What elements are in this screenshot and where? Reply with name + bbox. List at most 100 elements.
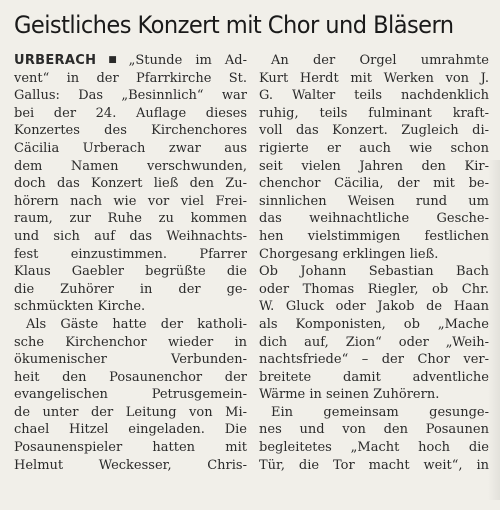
text-line: chenchor Cäcilia, der mit be- bbox=[259, 175, 489, 193]
text-line-content: sinnlichen Weisen rund um bbox=[259, 193, 489, 209]
text-line-content: Konzertes des Kirchenchores bbox=[14, 123, 247, 139]
text-line: hörern nach wie vor viel Frei- bbox=[14, 193, 247, 211]
text-line: W. Gluck oder Jakob de Haan bbox=[259, 298, 489, 316]
text-line: dich auf, Zion“ oder „Weih- bbox=[259, 334, 489, 352]
text-line: Kurt Herdt mit Werken von J. bbox=[259, 70, 489, 88]
text-line-content: Chorgesang erklingen ließ. bbox=[259, 246, 439, 262]
text-line-content: die Zuhörer in der ge- bbox=[14, 281, 247, 297]
text-line: sinnlichen Weisen rund um bbox=[259, 193, 489, 211]
text-line: bei der 24. Auflage dieses bbox=[14, 105, 247, 123]
text-line: begleitetes „Macht hoch die bbox=[259, 439, 489, 457]
text-line-content: oder Thomas Riegler, ob Chr. bbox=[259, 281, 489, 297]
text-line: Posaunenspieler hatten mit bbox=[14, 439, 247, 457]
text-line-content: breitete damit adventliche bbox=[259, 369, 489, 385]
text-line: de unter der Leitung von Mi- bbox=[14, 404, 247, 422]
text-line: ruhig, teils fulminant kraft- bbox=[259, 105, 489, 123]
text-line-content: Cäcilia Urberach zwar aus bbox=[14, 140, 247, 156]
text-line: schmückten Kirche. bbox=[14, 298, 247, 316]
text-line-content: Tür, die Tor macht weit“, in bbox=[259, 457, 489, 473]
text-line-content: chenchor Cäcilia, der mit be- bbox=[259, 176, 489, 192]
text-line-content: Kurt Herdt mit Werken von J. bbox=[259, 70, 489, 86]
text-line-content: hen vielstimmigen festlichen bbox=[259, 228, 489, 244]
text-line-content: dem Namen verschwunden, bbox=[14, 158, 247, 174]
text-line: evangelischen Petrusgemein- bbox=[14, 386, 247, 404]
text-line: heit den Posaunenchor der bbox=[14, 369, 247, 387]
article-headline: Geistliches Konzert mit Chor und Bläsern bbox=[14, 11, 454, 39]
text-line-content: sche Kirchenchor wieder in bbox=[14, 334, 247, 350]
text-line: URBERACH ■ „Stunde im Ad- bbox=[14, 52, 247, 70]
article-column-1: URBERACH ■ „Stunde im Ad-vent“ in der Pfar… bbox=[14, 52, 247, 474]
text-line-content: und sich auf das Weihnachts- bbox=[14, 228, 247, 244]
text-line: die Zuhörer in der ge- bbox=[14, 281, 247, 299]
text-line-content: rigierte er auch wie schon bbox=[259, 140, 489, 156]
text-line: vent“ in der Pfarrkirche St. bbox=[14, 70, 247, 88]
text-line-content: Posaunenspieler hatten mit bbox=[14, 440, 247, 456]
text-line: doch das Konzert ließ den Zu- bbox=[14, 175, 247, 193]
text-line-content: vent“ in der Pfarrkirche St. bbox=[14, 70, 247, 86]
text-line-content: W. Gluck oder Jakob de Haan bbox=[259, 299, 489, 315]
text-line-content: begleitetes „Macht hoch die bbox=[259, 440, 489, 456]
text-line: voll das Konzert. Zugleich di- bbox=[259, 122, 489, 140]
text-line-content: doch das Konzert ließ den Zu- bbox=[14, 176, 247, 192]
text-line: nes und von den Posaunen bbox=[259, 421, 489, 439]
text-line-content: An der Orgel umrahmte bbox=[271, 53, 489, 68]
text-line-content: Ob Johann Sebastian Bach bbox=[259, 264, 489, 280]
text-line: raum, zur Ruhe zu kommen bbox=[14, 210, 247, 228]
text-line: Chorgesang erklingen ließ. bbox=[259, 246, 489, 264]
text-line-content: dich auf, Zion“ oder „Weih- bbox=[259, 334, 489, 350]
text-line-content: heit den Posaunenchor der bbox=[14, 369, 247, 385]
text-line: Konzertes des Kirchenchores bbox=[14, 122, 247, 140]
text-line-content: Gallus: Das „Besinnlich“ war bbox=[14, 88, 247, 104]
text-line-content: voll das Konzert. Zugleich di- bbox=[259, 123, 489, 139]
text-line: ökumenischer Verbunden- bbox=[14, 351, 247, 369]
text-line: Gallus: Das „Besinnlich“ war bbox=[14, 87, 247, 105]
text-line: dem Namen verschwunden, bbox=[14, 158, 247, 176]
text-line: Als Gäste hatte der katholi- bbox=[14, 316, 247, 334]
text-line: das weihnachtliche Gesche- bbox=[259, 210, 489, 228]
text-line-content: fest einzustimmen. Pfarrer bbox=[14, 246, 247, 262]
text-line-content: das weihnachtliche Gesche- bbox=[259, 211, 489, 227]
text-line: G. Walter teils nachdenklich bbox=[259, 87, 489, 105]
text-line-content: G. Walter teils nachdenklich bbox=[259, 88, 489, 104]
text-line: Cäcilia Urberach zwar aus bbox=[14, 140, 247, 158]
dateline-marker-icon: ■ bbox=[99, 55, 126, 65]
text-line: Helmut Weckesser, Chris- bbox=[14, 457, 247, 475]
text-line-content: Klaus Gaebler begrüßte die bbox=[14, 264, 247, 280]
text-line: oder Thomas Riegler, ob Chr. bbox=[259, 281, 489, 299]
text-line-content: Helmut Weckesser, Chris- bbox=[14, 457, 247, 473]
text-line: rigierte er auch wie schon bbox=[259, 140, 489, 158]
page-edge-shadow bbox=[488, 160, 500, 500]
text-line-content: evangelischen Petrusgemein- bbox=[14, 387, 247, 403]
text-line-content: bei der 24. Auflage dieses bbox=[14, 105, 247, 121]
text-line-content: chael Hitzel eingeladen. Die bbox=[14, 422, 247, 438]
text-line-content: schmückten Kirche. bbox=[14, 299, 146, 315]
text-line-content: seit vielen Jahren den Kir- bbox=[259, 158, 489, 174]
text-line: Klaus Gaebler begrüßte die bbox=[14, 263, 247, 281]
text-line-content: als Komponisten, ob „Mache bbox=[259, 316, 489, 332]
text-line: Tür, die Tor macht weit“, in bbox=[259, 457, 489, 475]
text-line: seit vielen Jahren den Kir- bbox=[259, 158, 489, 176]
text-line-content: nachtsfriede“ – der Chor ver- bbox=[259, 352, 489, 368]
text-line: chael Hitzel eingeladen. Die bbox=[14, 421, 247, 439]
text-line: Wärme in seinen Zuhörern. bbox=[259, 386, 489, 404]
text-line: als Komponisten, ob „Mache bbox=[259, 316, 489, 334]
text-line-content: Ein gemeinsam gesunge- bbox=[271, 404, 489, 420]
text-line-content: nes und von den Posaunen bbox=[259, 422, 489, 438]
text-line: An der Orgel umrahmte bbox=[259, 52, 489, 70]
text-line-content: „Stunde im Ad- bbox=[128, 53, 247, 68]
cropped-previous-text bbox=[0, 0, 500, 8]
dateline: URBERACH bbox=[14, 53, 97, 68]
text-line: Ein gemeinsam gesunge- bbox=[259, 404, 489, 422]
text-line-content: hörern nach wie vor viel Frei- bbox=[14, 193, 247, 209]
text-line: fest einzustimmen. Pfarrer bbox=[14, 246, 247, 264]
text-line: breitete damit adventliche bbox=[259, 369, 489, 387]
text-line-content: de unter der Leitung von Mi- bbox=[14, 404, 247, 420]
text-line: nachtsfriede“ – der Chor ver- bbox=[259, 351, 489, 369]
text-line-content: Als Gäste hatte der katholi- bbox=[26, 316, 247, 332]
text-line-content: ruhig, teils fulminant kraft- bbox=[259, 105, 489, 121]
text-line-content: Wärme in seinen Zuhörern. bbox=[259, 387, 440, 403]
text-line: Ob Johann Sebastian Bach bbox=[259, 263, 489, 281]
article-column-2: An der Orgel umrahmte Kurt Herdt mit Werk… bbox=[259, 52, 489, 474]
text-line: und sich auf das Weihnachts- bbox=[14, 228, 247, 246]
text-line-content: raum, zur Ruhe zu kommen bbox=[14, 211, 247, 227]
